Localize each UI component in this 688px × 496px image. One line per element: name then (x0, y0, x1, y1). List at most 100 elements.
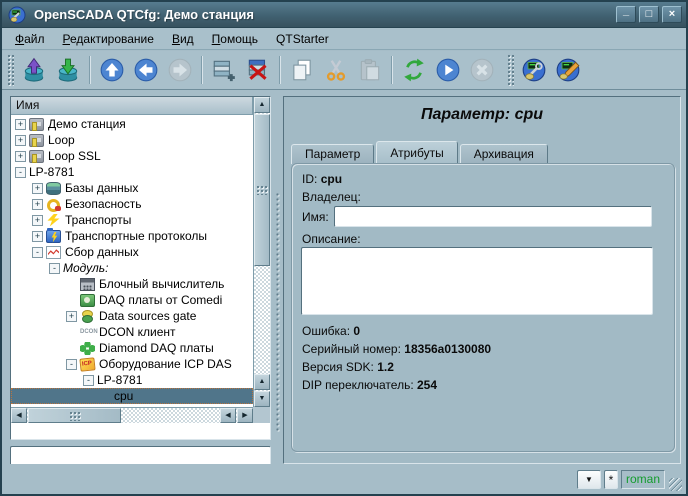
resize-grip[interactable] (669, 478, 682, 491)
tree-item[interactable]: +Data sources gate (11, 308, 253, 324)
menu-file[interactable]: Файл (6, 30, 54, 48)
cut-button[interactable] (320, 54, 352, 86)
refresh-button[interactable] (398, 54, 430, 86)
expander-icon[interactable]: + (15, 151, 26, 162)
tree-item[interactable]: Diamond DAQ платы (11, 340, 253, 356)
qtstarter-edit-icon (555, 57, 581, 83)
dip-label: DIP переключатель: (302, 378, 414, 392)
scroll-up-button[interactable]: ▲ (254, 97, 270, 113)
tab-attributes[interactable]: Атрибуты (376, 141, 457, 164)
close-button[interactable]: × (662, 6, 682, 23)
tree-item[interactable]: +Loop (11, 132, 253, 148)
error-value: 0 (353, 324, 360, 338)
tree-item[interactable]: + Безопасность (11, 196, 253, 212)
tree-item[interactable]: +Транспортные протоколы (11, 228, 253, 244)
status-combo-button[interactable]: ▼ (577, 470, 601, 489)
expander-icon[interactable]: + (32, 231, 43, 242)
panel-splitter[interactable] (272, 96, 283, 464)
toolbar-handle[interactable] (7, 54, 14, 86)
qtstarter-config-icon (521, 57, 547, 83)
expander-icon[interactable]: + (66, 311, 77, 322)
back-icon (133, 57, 159, 83)
tab-bar: Параметр Атрибуты Архивация (291, 141, 550, 164)
forward-button[interactable] (164, 54, 196, 86)
expander-icon[interactable]: - (15, 167, 26, 178)
expander-icon[interactable]: - (83, 375, 94, 386)
serial-value: 18356a0130080 (404, 342, 491, 356)
description-textarea[interactable] (301, 247, 653, 315)
status-star-button[interactable]: * (604, 470, 618, 489)
expander-icon[interactable]: - (66, 359, 77, 370)
dip-field: DIP переключатель: 254 (302, 378, 437, 392)
expander-icon[interactable]: + (32, 199, 43, 210)
name-label: Имя: (302, 210, 329, 224)
start-icon (435, 57, 461, 83)
paste-button[interactable] (354, 54, 386, 86)
delete-item-button[interactable] (242, 54, 274, 86)
tree-item[interactable]: -Сбор данных (11, 244, 253, 260)
expander-icon[interactable]: + (32, 183, 43, 194)
tree-item[interactable]: -LP-8781 (11, 164, 253, 180)
tree-horizontal-scrollbar[interactable]: ◀ ◀ ▶ (11, 407, 253, 423)
tree-column-header[interactable]: Имя (11, 97, 253, 115)
menu-edit[interactable]: Редактирование (54, 30, 163, 48)
load-from-db-button[interactable] (18, 54, 50, 86)
qtstarter-toolbar-handle[interactable] (507, 54, 514, 86)
scroll-up-button[interactable]: ▲ (254, 374, 270, 390)
expander-icon[interactable]: + (15, 135, 26, 146)
tree-item[interactable]: +Демо станция (11, 116, 253, 132)
scroll-left-button[interactable]: ◀ (220, 408, 236, 423)
add-item-button[interactable] (208, 54, 240, 86)
expander-icon[interactable]: - (32, 247, 43, 258)
expander-spacer (66, 279, 77, 290)
tab-archiving[interactable]: Архивация (460, 144, 548, 164)
expander-icon[interactable]: + (32, 215, 43, 226)
tree-item[interactable]: +Базы данных (11, 180, 253, 196)
up-level-button[interactable] (96, 54, 128, 86)
scroll-left-button[interactable]: ◀ (11, 408, 27, 423)
tree-item[interactable]: DCON клиент (11, 324, 253, 340)
tree-item-label: Транспорты (65, 213, 135, 227)
expander-spacer (66, 327, 77, 338)
scroll-down-button[interactable]: ▼ (254, 391, 270, 407)
scroll-right-button[interactable]: ▶ (237, 408, 253, 423)
save-to-db-button[interactable] (52, 54, 84, 86)
expander-icon[interactable]: + (15, 119, 26, 130)
sdk-field: Версия SDK: 1.2 (302, 360, 394, 374)
maximize-button[interactable]: □ (639, 6, 659, 23)
tree-item[interactable]: + Транспорты (11, 212, 253, 228)
scrollbar-thumb[interactable] (254, 114, 270, 266)
scrollbar-thumb[interactable] (28, 408, 121, 423)
tree-filter-input[interactable] (10, 446, 271, 466)
tab-parameter[interactable]: Параметр (291, 144, 374, 164)
expander-spacer (100, 391, 111, 402)
tree-item[interactable]: DAQ платы от Comedi (11, 292, 253, 308)
stop-button[interactable] (466, 54, 498, 86)
tree-item[interactable]: +Loop SSL (11, 148, 253, 164)
tree-vertical-scrollbar[interactable]: ▲ ▲ ▼ (253, 97, 270, 407)
menu-qtstarter[interactable]: QTStarter (267, 30, 338, 48)
tree-item[interactable]: Блочный вычислитель (11, 276, 253, 292)
minimize-button[interactable]: _ (616, 6, 636, 23)
back-button[interactable] (130, 54, 162, 86)
paste-icon (357, 57, 383, 83)
tree-item-label: Безопасность (65, 197, 146, 211)
start-button[interactable] (432, 54, 464, 86)
tree-item-label: DCON клиент (99, 325, 180, 339)
tree-item[interactable]: -Модуль: (11, 260, 253, 276)
name-input[interactable] (334, 206, 652, 227)
copy-button[interactable] (286, 54, 318, 86)
id-value: cpu (321, 172, 342, 186)
forward-icon (167, 57, 193, 83)
tree-item-label: DAQ платы от Comedi (99, 293, 226, 307)
menu-view[interactable]: Вид (163, 30, 203, 48)
station-icon (29, 150, 44, 163)
menu-help[interactable]: Помощь (203, 30, 267, 48)
tree-item[interactable]: -LP-8781 (11, 372, 253, 388)
qtstarter-config-button[interactable] (518, 54, 550, 86)
current-user-badge[interactable]: roman (621, 470, 665, 489)
tree-item[interactable]: cpu (11, 388, 253, 404)
qtstarter-edit-button[interactable] (552, 54, 584, 86)
tree-item[interactable]: -Оборудование ICP DAS (11, 356, 253, 372)
expander-icon[interactable]: - (49, 263, 60, 274)
